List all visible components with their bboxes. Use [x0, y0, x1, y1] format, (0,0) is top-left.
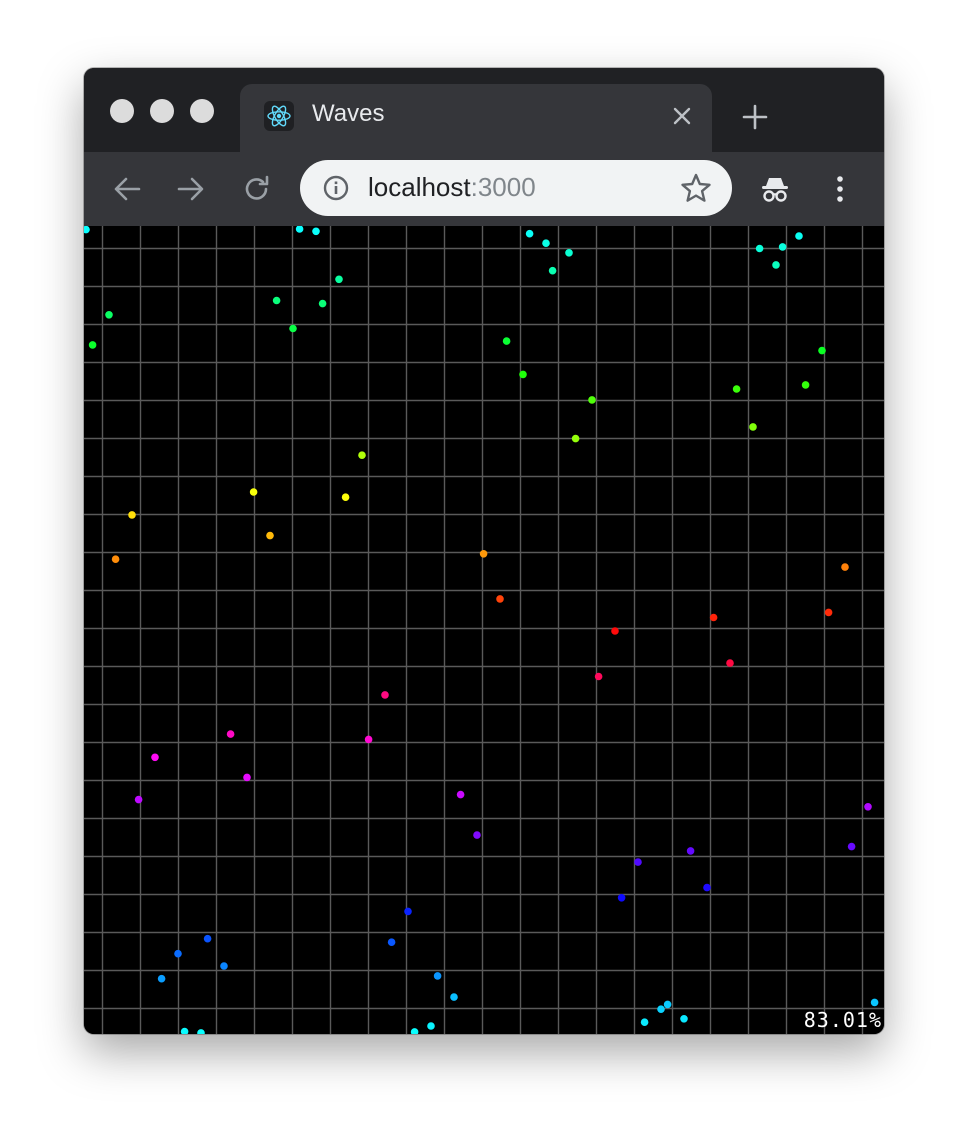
wave-dots — [84, 226, 879, 1034]
wave-dot — [249, 488, 258, 496]
grid-lines — [84, 226, 884, 1034]
wave-dot — [427, 1022, 435, 1030]
wave-dot — [243, 773, 251, 782]
wave-dot — [88, 341, 97, 349]
wave-dot — [680, 1015, 688, 1023]
wave-dot — [203, 934, 212, 943]
wave-dot — [105, 311, 113, 319]
wave-dot — [709, 613, 718, 622]
wave-dot — [180, 1027, 189, 1034]
wave-dot — [174, 949, 182, 958]
wave-dot — [772, 261, 780, 269]
wave-dot — [128, 511, 136, 519]
wave-dot — [548, 266, 557, 275]
browser-window: Waves localhost:3000 83.01% — [84, 68, 884, 1034]
wave-dot — [157, 974, 166, 983]
wave-dot — [864, 803, 872, 811]
tab-strip: Waves — [84, 68, 884, 154]
wave-dot — [663, 1000, 672, 1009]
wave-dot — [433, 972, 442, 980]
incognito-icon[interactable] — [758, 172, 792, 206]
url-host: localhost — [368, 172, 471, 202]
tab-title: Waves — [312, 100, 385, 127]
fps-readout: 83.01% — [803, 1008, 882, 1032]
wave-dot — [410, 1028, 419, 1034]
wave-dot — [778, 243, 787, 251]
wave-dot — [450, 993, 458, 1001]
more-vertical-icon[interactable] — [823, 172, 857, 206]
url-text: localhost:3000 — [368, 172, 536, 203]
wave-dot — [565, 249, 573, 257]
wave-dot — [220, 962, 228, 970]
wave-dot — [525, 229, 534, 238]
wave-dot — [801, 381, 810, 389]
wave-dot — [381, 691, 389, 699]
wave-dot — [496, 595, 504, 603]
react-logo-icon — [264, 101, 294, 131]
wave-dot — [795, 232, 803, 240]
forward-arrow-icon[interactable] — [174, 172, 208, 206]
url-port: :3000 — [470, 172, 536, 202]
wave-dot — [818, 346, 826, 355]
wave-dot — [519, 370, 527, 379]
wave-dot — [364, 735, 373, 744]
wave-dot — [335, 275, 343, 284]
wave-dot — [594, 672, 603, 681]
wave-dot — [588, 396, 596, 404]
wave-dot — [726, 659, 734, 667]
wave-dot — [387, 938, 396, 946]
wave-dot — [732, 385, 741, 393]
wave-dot — [686, 847, 695, 855]
wave-dot — [703, 883, 711, 892]
wave-dot — [272, 296, 281, 305]
wave-dot — [473, 831, 481, 839]
wave-dot — [295, 226, 304, 233]
wave-dot — [870, 998, 879, 1007]
wave-dot — [289, 324, 297, 333]
plus-icon[interactable] — [740, 102, 770, 132]
wave-dot — [266, 531, 274, 540]
back-arrow-icon[interactable] — [110, 172, 144, 206]
wave-dot — [151, 753, 159, 762]
wave-dot — [111, 555, 120, 563]
wave-dot — [197, 1029, 205, 1034]
wave-dot — [226, 730, 235, 738]
minimize-window-button[interactable] — [150, 99, 174, 123]
close-icon[interactable] — [670, 104, 694, 128]
wave-dot — [404, 907, 412, 916]
tab-waves[interactable]: Waves — [240, 84, 712, 154]
address-bar[interactable]: localhost:3000 — [300, 160, 732, 216]
wave-dot — [640, 1018, 649, 1026]
wave-dot — [479, 550, 488, 558]
wave-dot — [657, 1005, 665, 1013]
star-icon[interactable] — [680, 172, 712, 204]
toolbar: localhost:3000 — [84, 152, 884, 226]
wave-dot — [502, 337, 511, 345]
wave-dot — [312, 227, 320, 236]
page-viewport: 83.01% — [84, 226, 884, 1034]
wave-dot — [755, 244, 764, 253]
wave-dot — [84, 226, 90, 234]
wave-dot — [318, 299, 327, 308]
wave-dot — [841, 563, 849, 571]
maximize-window-button[interactable] — [190, 99, 214, 123]
wave-dot — [571, 434, 580, 443]
reload-icon[interactable] — [240, 172, 274, 206]
waves-canvas — [84, 226, 884, 1034]
wave-dot — [749, 423, 757, 431]
wave-dot — [542, 239, 550, 247]
wave-dot — [456, 790, 465, 799]
wave-dot — [358, 451, 366, 459]
wave-dot — [617, 894, 626, 902]
wave-dot — [824, 608, 833, 617]
wave-dot — [634, 858, 642, 866]
wave-dot — [134, 795, 143, 804]
wave-dot — [611, 627, 619, 635]
wave-dot — [341, 493, 350, 502]
close-window-button[interactable] — [110, 99, 134, 123]
info-icon[interactable] — [322, 174, 350, 202]
wave-dot — [847, 842, 856, 851]
